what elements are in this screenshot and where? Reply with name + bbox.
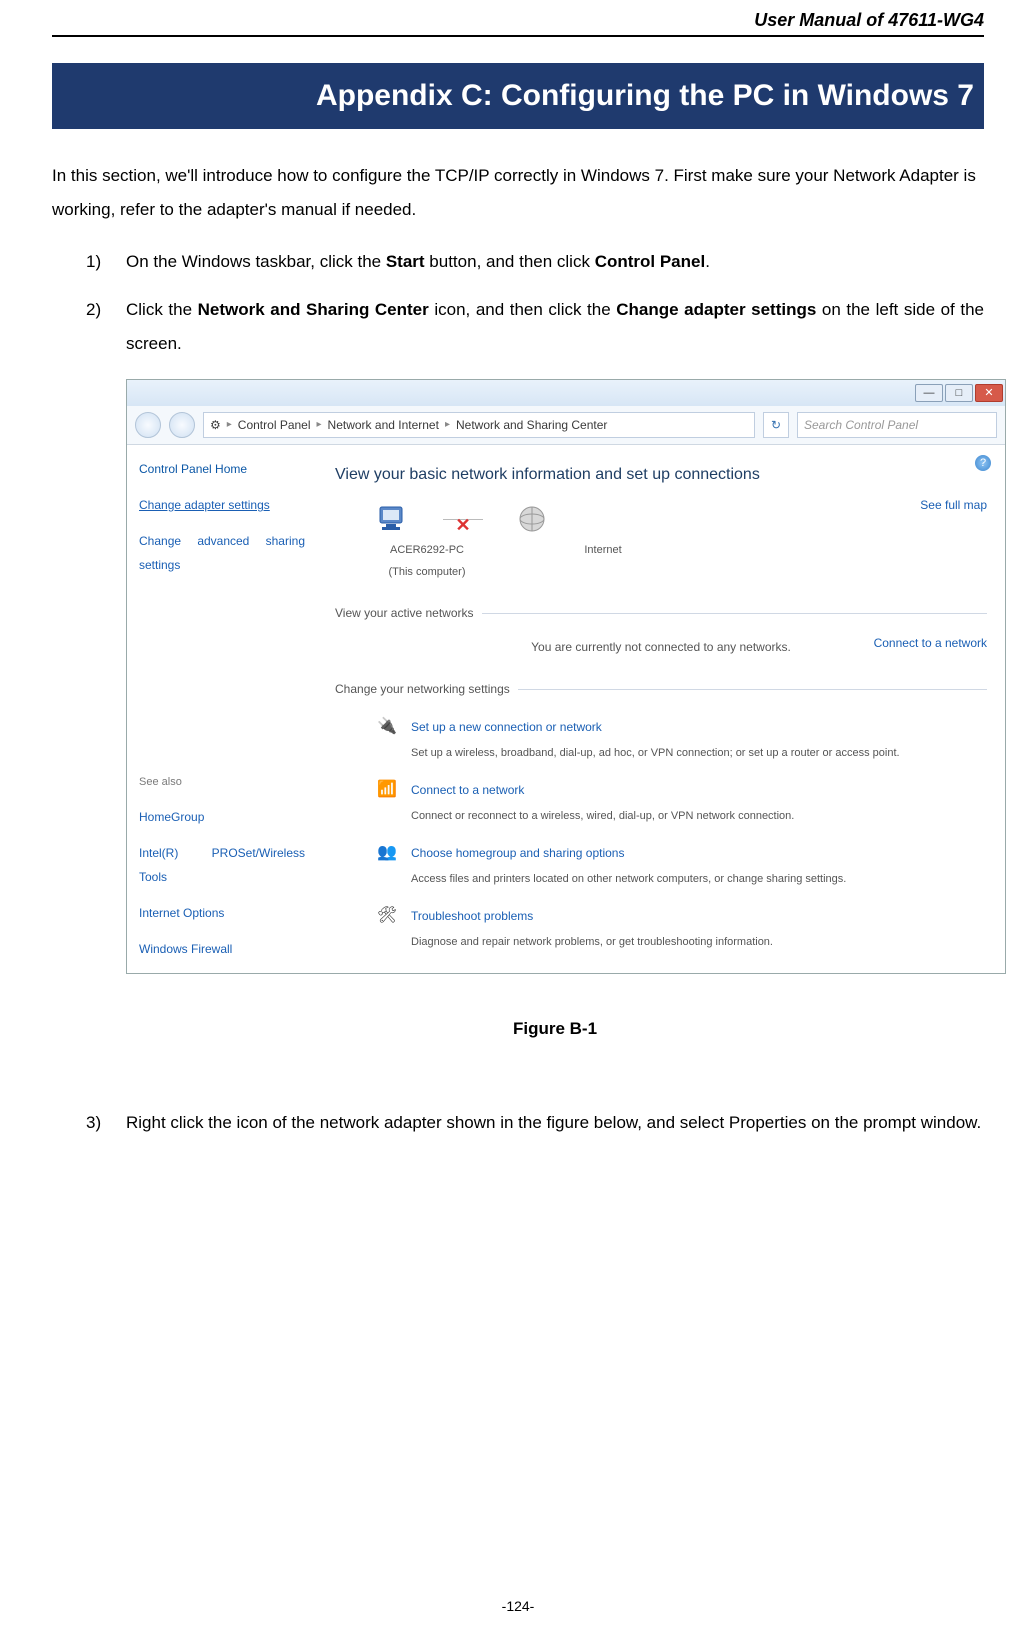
step-2-number: 2) xyxy=(86,293,101,327)
breadcrumb[interactable]: ⚙ ▸ Control Panel ▸ Network and Internet… xyxy=(203,412,755,438)
disconnected-x-icon: ✕ xyxy=(455,507,470,543)
homegroup-desc: Access files and printers located on oth… xyxy=(411,868,846,890)
address-bar-row: ⚙ ▸ Control Panel ▸ Network and Internet… xyxy=(127,406,1005,445)
doc-header-title: User Manual of 47611-WG4 xyxy=(52,10,984,35)
chevron-right-icon: ▸ xyxy=(227,415,232,435)
step-2-bold-nsc: Network and Sharing Center xyxy=(198,300,429,319)
breadcrumb-network-sharing[interactable]: Network and Sharing Center xyxy=(456,413,607,437)
homegroup-icon: 👥 xyxy=(375,841,399,865)
new-connection-icon: 🔌 xyxy=(375,715,399,739)
homegroup-link[interactable]: Choose homegroup and sharing options xyxy=(411,841,846,865)
see-also-intel[interactable]: Intel(R) PROSet/Wireless Tools xyxy=(139,841,305,889)
step-3: 3) Right click the icon of the network a… xyxy=(86,1106,984,1140)
see-also-firewall[interactable]: Windows Firewall xyxy=(139,937,305,961)
setting-item-homegroup[interactable]: 👥 Choose homegroup and sharing options A… xyxy=(375,841,987,890)
internet-label: Internet xyxy=(543,539,663,561)
connect-to-network-link[interactable]: Connect to a network xyxy=(874,631,987,655)
new-connection-link[interactable]: Set up a new connection or network xyxy=(411,715,900,739)
view-active-text: View your active networks xyxy=(335,601,474,625)
help-icon[interactable]: ? xyxy=(975,455,991,471)
step-2-text-pre: Click the xyxy=(126,300,198,319)
network-map-labels: ACER6292-PC (This computer) Internet xyxy=(367,539,987,583)
sidebar-change-sharing[interactable]: Change advanced sharing settings xyxy=(139,529,305,577)
breadcrumb-network-internet[interactable]: Network and Internet xyxy=(328,413,439,437)
win7-window: — □ ✕ ⚙ ▸ Control Panel ▸ Network xyxy=(126,379,1006,974)
setting-item-connect[interactable]: 📶 Connect to a network Connect or reconn… xyxy=(375,778,987,827)
figure-caption: Figure B-1 xyxy=(126,1012,984,1046)
step-2: 2) Click the Network and Sharing Center … xyxy=(86,293,984,1046)
refresh-button[interactable]: ↻ xyxy=(763,412,789,438)
sidebar-change-adapter[interactable]: Change adapter settings xyxy=(139,493,305,517)
connect-network-desc: Connect or reconnect to a wireless, wire… xyxy=(411,805,794,827)
maximize-button[interactable]: □ xyxy=(945,384,973,402)
breadcrumb-icon: ⚙ xyxy=(210,413,221,437)
computer-icon xyxy=(375,503,413,535)
connect-network-link[interactable]: Connect to a network xyxy=(411,778,794,802)
sidebar: Control Panel Home Change adapter settin… xyxy=(127,445,317,973)
breadcrumb-control-panel[interactable]: Control Panel xyxy=(238,413,311,437)
step-1-number: 1) xyxy=(86,245,101,279)
change-settings-heading: Change your networking settings xyxy=(335,677,987,701)
see-full-map-link[interactable]: See full map xyxy=(920,493,987,517)
troubleshoot-link[interactable]: Troubleshoot problems xyxy=(411,904,773,928)
chevron-right-icon: ▸ xyxy=(445,415,450,435)
minimize-button[interactable]: — xyxy=(915,384,943,402)
see-also-internet-options[interactable]: Internet Options xyxy=(139,901,305,925)
header-rule xyxy=(52,35,984,37)
setting-item-new-connection[interactable]: 🔌 Set up a new connection or network Set… xyxy=(375,715,987,764)
see-also-homegroup[interactable]: HomeGroup xyxy=(139,805,305,829)
new-connection-desc: Set up a wireless, broadband, dial-up, a… xyxy=(411,742,900,764)
sidebar-home[interactable]: Control Panel Home xyxy=(139,457,305,481)
nav-back-button[interactable] xyxy=(135,412,161,438)
window-body: Control Panel Home Change adapter settin… xyxy=(127,445,1005,973)
step-1-bold-start: Start xyxy=(386,252,425,271)
network-map-row: ✕ xyxy=(375,503,987,535)
window-titlebar: — □ ✕ xyxy=(127,380,1005,406)
step-1-text-post: . xyxy=(705,252,710,271)
nav-forward-button[interactable] xyxy=(169,412,195,438)
view-active-networks-heading: View your active networks xyxy=(335,601,987,625)
step-2-text-mid: icon, and then click the xyxy=(429,300,616,319)
change-settings-text: Change your networking settings xyxy=(335,677,510,701)
step-3-number: 3) xyxy=(86,1106,101,1140)
step-1-bold-cp: Control Panel xyxy=(595,252,706,271)
step-3-text: Right click the icon of the network adap… xyxy=(126,1113,981,1132)
connect-network-icon: 📶 xyxy=(375,778,399,802)
chevron-right-icon: ▸ xyxy=(317,415,322,435)
setting-item-troubleshoot[interactable]: 🛠 Troubleshoot problems Diagnose and rep… xyxy=(375,904,987,953)
troubleshoot-desc: Diagnose and repair network problems, or… xyxy=(411,931,773,953)
step-2-bold-cas: Change adapter settings xyxy=(616,300,816,319)
pc-sub-label: (This computer) xyxy=(367,561,487,583)
intro-text: In this section, we'll introduce how to … xyxy=(52,159,984,227)
search-input[interactable]: Search Control Panel xyxy=(797,412,997,438)
internet-icon xyxy=(513,503,551,535)
troubleshoot-icon: 🛠 xyxy=(375,904,399,928)
main-panel: ? View your basic network information an… xyxy=(317,445,1005,973)
step-1: 1) On the Windows taskbar, click the Sta… xyxy=(86,245,984,279)
close-button[interactable]: ✕ xyxy=(975,384,1003,402)
appendix-title-bar: Appendix C: Configuring the PC in Window… xyxy=(52,63,984,129)
step-1-text-pre: On the Windows taskbar, click the xyxy=(126,252,386,271)
main-title: View your basic network information and … xyxy=(335,459,987,491)
page-number: -124- xyxy=(0,1598,1036,1614)
step-1-text-mid: button, and then click xyxy=(425,252,595,271)
see-also-heading: See also xyxy=(139,771,305,793)
screenshot-figure: — □ ✕ ⚙ ▸ Control Panel ▸ Network xyxy=(126,379,984,974)
